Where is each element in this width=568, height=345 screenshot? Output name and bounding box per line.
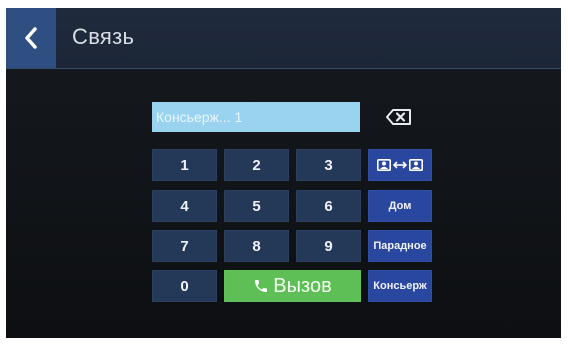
key-5[interactable]: 5	[224, 190, 289, 222]
key-2[interactable]: 2	[224, 149, 289, 181]
concierge-button[interactable]: Консьерж	[368, 270, 432, 302]
key-3[interactable]: 3	[296, 149, 361, 181]
key-6[interactable]: 6	[296, 190, 361, 222]
phone-icon	[255, 280, 268, 292]
chevron-left-icon	[25, 27, 37, 49]
back-button[interactable]	[6, 8, 56, 68]
top-bar: Связь	[6, 8, 561, 69]
dial-display: Консьерж... 1	[152, 102, 360, 132]
key-8[interactable]: 8	[224, 230, 289, 262]
contacts-swap-icon	[377, 159, 423, 171]
page-title: Связь	[72, 24, 135, 49]
key-4[interactable]: 4	[152, 190, 217, 222]
call-label: Вызов	[273, 274, 332, 297]
entrance-button[interactable]: Парадное	[368, 230, 432, 262]
backspace-button[interactable]	[384, 107, 414, 127]
key-1[interactable]: 1	[152, 149, 217, 181]
home-button[interactable]: Дом	[368, 190, 432, 222]
switch-contacts-button[interactable]	[368, 149, 432, 181]
key-7[interactable]: 7	[152, 230, 217, 262]
call-button[interactable]: Вызов	[224, 270, 361, 302]
intercom-screen: Связь Консьерж... 1 1 2 3 4 5 6 Дом 7 8 …	[6, 8, 561, 338]
key-9[interactable]: 9	[296, 230, 361, 262]
backspace-icon	[386, 109, 411, 125]
key-0[interactable]: 0	[152, 270, 217, 302]
